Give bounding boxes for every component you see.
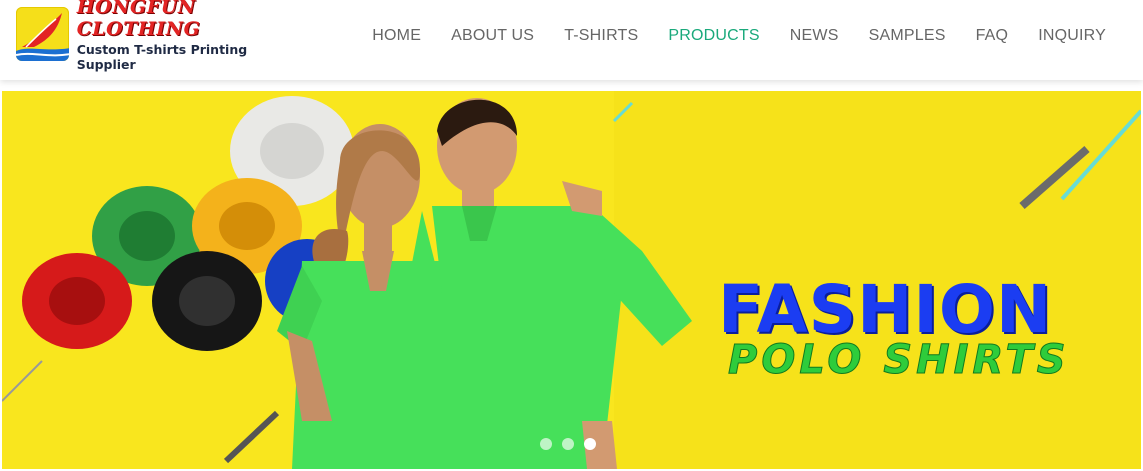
nav-products[interactable]: PRODUCTS	[653, 27, 774, 45]
slider-dot-2[interactable]	[562, 438, 574, 450]
nav-inquiry[interactable]: INQUIRY	[1023, 27, 1121, 45]
main-nav: HOME ABOUT US T-SHIRTS PRODUCTS NEWS SAM…	[357, 0, 1121, 72]
nav-news[interactable]: NEWS	[775, 27, 854, 45]
slider-dot-1[interactable]	[540, 438, 552, 450]
logo-text: HONGFUN CLOTHING Custom T-shirts Printin…	[77, 0, 296, 72]
banner-subline: POLO SHIRTS	[728, 337, 1070, 384]
site-header: HONGFUN CLOTHING Custom T-shirts Printin…	[0, 0, 1143, 80]
nav-t-shirts[interactable]: T-SHIRTS	[549, 27, 653, 45]
logo-title: HONGFUN CLOTHING	[76, 0, 201, 40]
nav-faq[interactable]: FAQ	[961, 27, 1024, 45]
slider-dot-3[interactable]	[584, 438, 596, 450]
logo-subtitle: Custom T-shirts Printing Supplier	[76, 42, 248, 72]
feather-logo-icon	[16, 7, 69, 61]
nav-about-us[interactable]: ABOUT US	[436, 27, 549, 45]
hero-banner[interactable]: FASHION POLO SHIRTS	[2, 91, 1141, 469]
nav-samples[interactable]: SAMPLES	[854, 27, 961, 45]
man-model-image	[397, 98, 692, 469]
slider-dots	[540, 438, 596, 450]
nav-home[interactable]: HOME	[357, 27, 436, 45]
site-logo[interactable]: HONGFUN CLOTHING Custom T-shirts Printin…	[16, 0, 296, 72]
